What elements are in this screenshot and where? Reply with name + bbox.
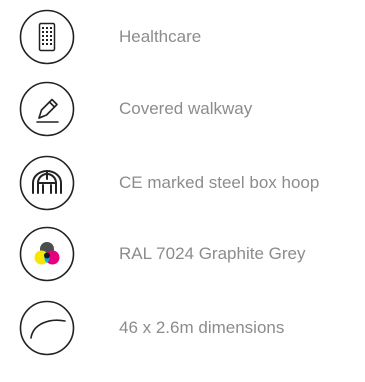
steel-hoop-icon bbox=[19, 155, 75, 211]
feature-label: Covered walkway bbox=[119, 99, 253, 118]
pen-icon bbox=[19, 81, 75, 137]
feature-item-steel-box-hoop: CE marked steel box hoop bbox=[0, 155, 365, 211]
feature-label: RAL 7024 Graphite Grey bbox=[119, 244, 306, 263]
feature-item-covered-walkway: Covered walkway bbox=[0, 81, 365, 137]
feature-item-dimensions: 46 x 2.6m dimensions bbox=[0, 300, 365, 356]
colour-swatch-icon bbox=[19, 226, 75, 282]
feature-label: Healthcare bbox=[119, 27, 202, 46]
feature-list: Healthcare Covered walkway CE marked ste… bbox=[0, 0, 365, 382]
feature-item-healthcare: Healthcare bbox=[0, 9, 365, 65]
feature-label: 46 x 2.6m dimensions bbox=[119, 318, 285, 337]
feature-label: CE marked steel box hoop bbox=[119, 173, 320, 192]
arc-dimensions-icon bbox=[19, 300, 75, 356]
building-icon bbox=[19, 9, 75, 65]
feature-item-colour: RAL 7024 Graphite Grey bbox=[0, 226, 365, 282]
